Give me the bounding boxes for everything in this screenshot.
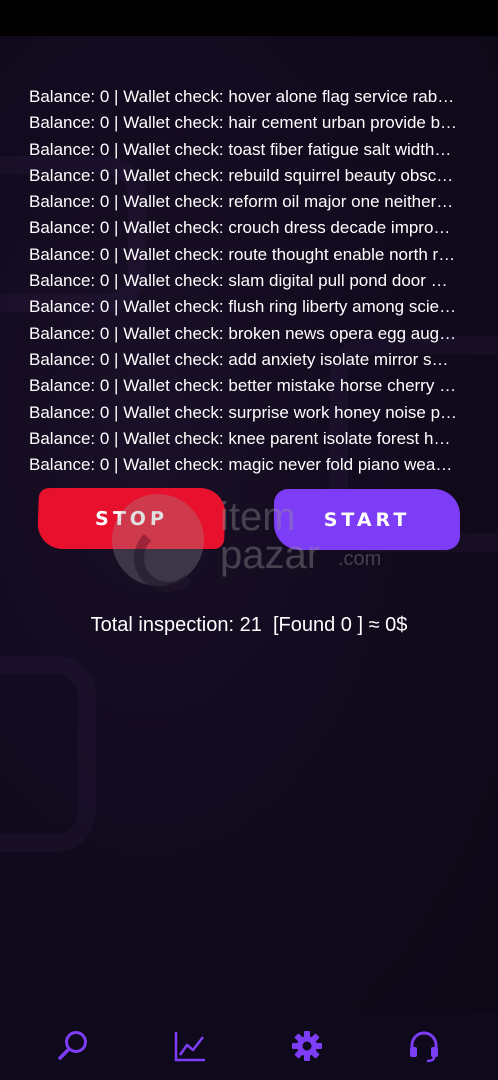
log-line: Balance: 0 | Wallet check: crouch dress …	[29, 218, 451, 238]
headset-icon	[410, 1031, 438, 1063]
background-decoration	[0, 656, 96, 852]
log-line: Balance: 0 | Wallet check: knee parent i…	[29, 428, 451, 448]
nav-item-support[interactable]	[404, 1026, 444, 1066]
nav-item-settings[interactable]	[287, 1026, 327, 1066]
search-icon	[58, 1031, 87, 1060]
inspection-summary: Total inspection: 21 [Found 0 ] ≈ 0$	[90, 614, 408, 636]
chart-icon	[174, 1032, 205, 1062]
nav-item-stats[interactable]	[170, 1026, 210, 1066]
log-line: Balance: 0 | Wallet check: add anxiety i…	[29, 349, 449, 369]
main-screen: Balance: 0 | Wallet check: hover alone f…	[0, 36, 498, 1012]
log-line: Balance: 0 | Wallet check: toast fiber f…	[29, 139, 452, 159]
log-line: Balance: 0 | Wallet check: surprise work…	[29, 402, 458, 422]
log-line: Balance: 0 | Wallet check: route thought…	[29, 244, 456, 264]
log-line: Balance: 0 | Wallet check: hair cement u…	[29, 113, 458, 133]
log-line: Balance: 0 | Wallet check: flush ring li…	[29, 297, 457, 317]
log-line: Balance: 0 | Wallet check: slam digital …	[29, 271, 448, 291]
wallet-check-log: Balance: 0 | Wallet check: hover alone f…	[29, 84, 474, 478]
status-bar	[0, 0, 498, 36]
log-line: Balance: 0 | Wallet check: rebuild squir…	[29, 165, 454, 185]
log-line: Balance: 0 | Wallet check: reform oil ma…	[29, 192, 454, 212]
log-line: Balance: 0 | Wallet check: better mistak…	[29, 376, 457, 396]
gear-icon	[292, 1031, 322, 1061]
log-line: Balance: 0 | Wallet check: broken news o…	[29, 323, 457, 343]
log-line: Balance: 0 | Wallet check: magic never f…	[29, 455, 453, 475]
start-button[interactable]: START	[274, 489, 460, 550]
stop-button[interactable]: STOP	[36, 488, 227, 549]
log-line: Balance: 0 | Wallet check: hover alone f…	[29, 87, 455, 106]
nav-item-search[interactable]	[53, 1026, 93, 1066]
bottom-navigation	[0, 1012, 498, 1080]
